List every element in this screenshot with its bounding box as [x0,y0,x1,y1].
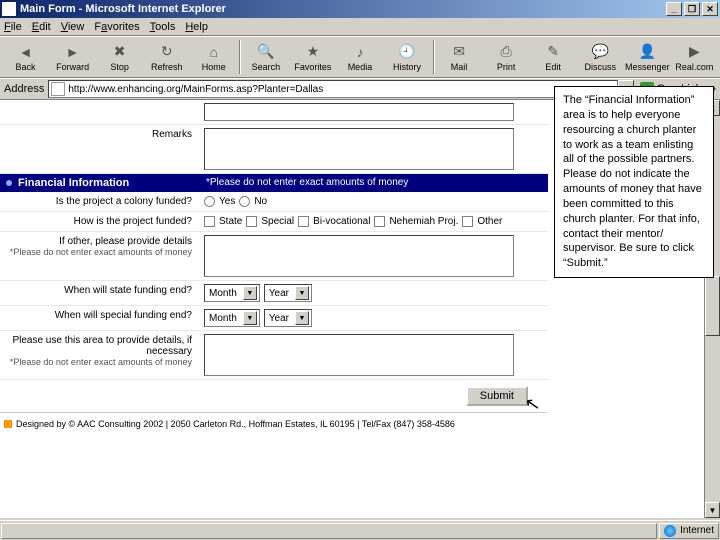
status-message [1,523,657,539]
media-button[interactable]: ♪Media [336,38,383,76]
discuss-button[interactable]: 💬Discuss [577,38,624,76]
footer-bullet-icon [4,420,12,428]
maximize-button[interactable]: ❐ [684,2,700,16]
search-icon: 🔍 [257,43,275,61]
remarks-input[interactable] [204,128,514,170]
messenger-button[interactable]: 👤Messenger [624,38,671,76]
media-icon: ♪ [351,43,369,61]
forward-button[interactable]: ►Forward [49,38,96,76]
section-warning: *Please do not enter exact amounts of mo… [200,174,548,192]
real-icon: ▶ [685,43,703,61]
edit-button[interactable]: ✎Edit [530,38,577,76]
print-button[interactable]: ⎙Print [483,38,530,76]
stop-button[interactable]: ✖Stop [96,38,143,76]
funded-label: How is the project funded? [0,212,200,231]
menu-file[interactable]: FFileile [4,21,22,33]
refresh-icon: ↻ [158,43,176,61]
minimize-button[interactable]: _ [666,2,682,16]
history-button[interactable]: 🕘History [383,38,430,76]
special-month-select[interactable]: Month▼ [204,309,260,327]
menu-favorites[interactable]: Favorites [94,21,139,33]
scroll-down-icon[interactable]: ▼ [705,502,720,518]
stop-icon: ✖ [111,43,129,61]
chk-other[interactable] [462,216,473,227]
chk-nehemiah[interactable] [374,216,385,227]
chk-state[interactable] [204,216,215,227]
chk-bivocational[interactable] [298,216,309,227]
details-label: Please use this area to provide details,… [0,331,200,379]
search-button[interactable]: 🔍Search [242,38,289,76]
menu-tools[interactable]: Tools [150,21,176,33]
globe-icon [664,525,676,537]
page-icon [51,82,65,96]
menu-view[interactable]: View [61,21,85,33]
discuss-icon: 💬 [591,43,609,61]
submit-button[interactable]: Submit [466,386,528,406]
mail-button[interactable]: ✉Mail [436,38,483,76]
special-end-label: When will special funding end? [0,306,200,330]
menubar: FFileile Edit View Favorites Tools Help [0,18,720,36]
refresh-button[interactable]: ↻Refresh [143,38,190,76]
status-bar: Internet [0,520,720,540]
chk-special[interactable] [246,216,257,227]
prev-input[interactable] [204,103,514,121]
home-button[interactable]: ⌂Home [190,38,237,76]
page-footer: Designed by © AAC Consulting 2002 | 2050… [0,412,548,435]
print-icon: ⎙ [497,43,515,61]
address-input[interactable]: http://www.enhancing.org/MainForms.asp?P… [48,80,618,98]
remarks-label: Remarks [0,125,200,173]
state-month-select[interactable]: Month▼ [204,284,260,302]
other-details-label: If other, please provide details *Please… [0,232,200,280]
home-icon: ⌂ [205,43,223,61]
state-end-label: When will state funding end? [0,281,200,305]
back-button[interactable]: ◄Back [2,38,49,76]
realcom-button[interactable]: ▶Real.com [671,38,718,76]
section-header: Financial Information [0,174,200,192]
titlebar: Main Form - Microsoft Internet Explorer … [0,0,720,18]
history-icon: 🕘 [398,43,416,61]
edit-icon: ✎ [544,43,562,61]
status-zone: Internet [659,523,719,539]
window-title: Main Form - Microsoft Internet Explorer [20,3,226,15]
toolbar: ◄Back ►Forward ✖Stop ↻Refresh ⌂Home 🔍Sea… [0,36,720,78]
address-url: http://www.enhancing.org/MainForms.asp?P… [68,84,323,95]
mail-icon: ✉ [450,43,468,61]
address-label: Address [4,83,44,95]
submit-row: Submit ↖ [0,380,548,412]
colony-label: Is the project a colony funded? [0,192,200,211]
ie-icon [2,2,16,16]
form-area: Remarks Financial Information *Please do… [0,100,548,435]
menu-edit[interactable]: Edit [32,21,51,33]
close-button[interactable]: ✕ [702,2,718,16]
special-year-select[interactable]: Year▼ [264,309,312,327]
star-icon: ★ [304,43,322,61]
colony-no-radio[interactable] [239,196,250,207]
colony-yes-radio[interactable] [204,196,215,207]
other-details-input[interactable] [204,235,514,277]
details-input[interactable] [204,334,514,376]
back-icon: ◄ [17,43,35,61]
messenger-icon: 👤 [638,43,656,61]
menu-help[interactable]: Help [185,21,208,33]
forward-icon: ► [64,43,82,61]
scroll-thumb[interactable] [705,276,720,336]
help-callout: The “Financial Information” area is to h… [554,86,714,278]
state-year-select[interactable]: Year▼ [264,284,312,302]
favorites-button[interactable]: ★Favorites [289,38,336,76]
